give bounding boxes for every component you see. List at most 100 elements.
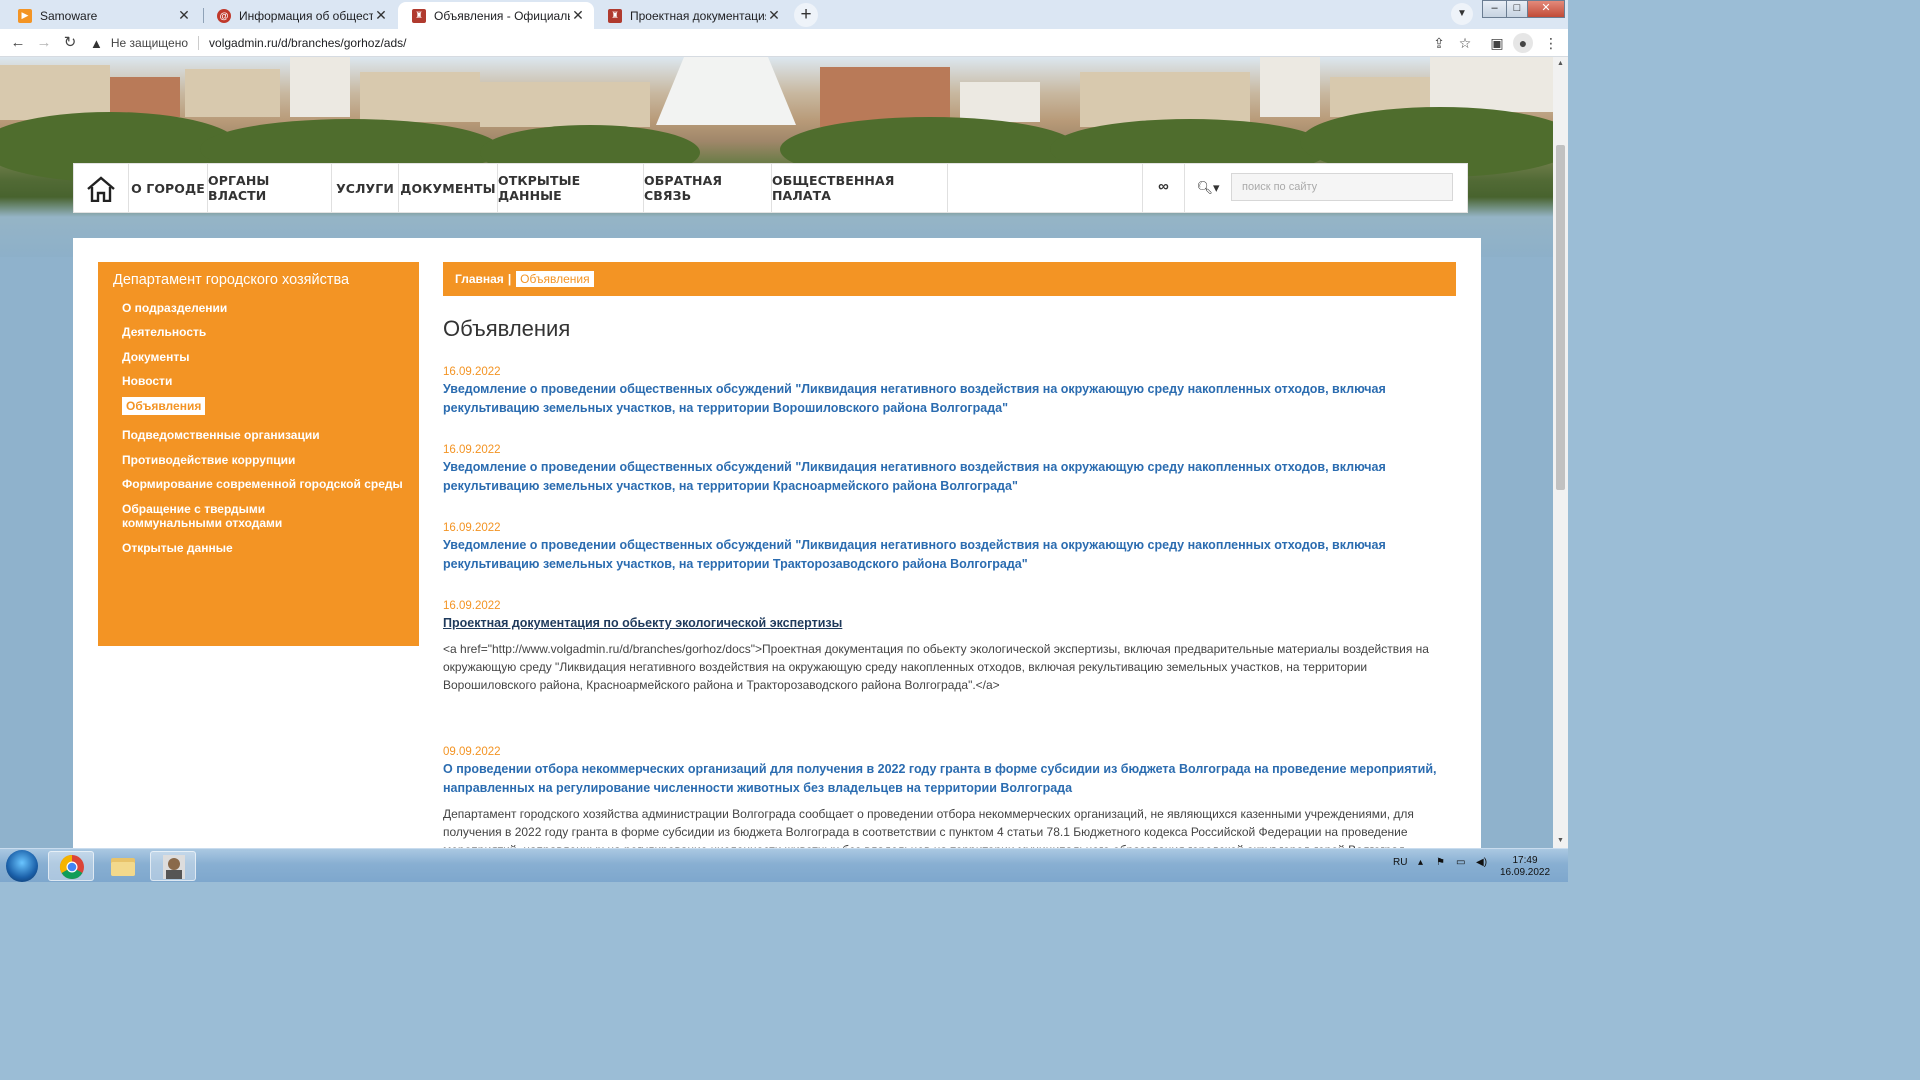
page-viewport: О ГОРОДЕ ОРГАНЫ ВЛАСТИ УСЛУГИ ДОКУМЕНТЫ … [0, 57, 1553, 848]
action-center-flag-icon[interactable]: ⚑ [1436, 857, 1445, 868]
close-tab-icon[interactable]: ✕ [570, 7, 586, 24]
network-icon[interactable]: ▭ [1456, 857, 1465, 868]
new-tab-button[interactable]: + [794, 3, 818, 27]
breadcrumb-home[interactable]: Главная [455, 272, 504, 286]
volgograd-crest-icon: ♜ [412, 8, 426, 23]
announcement-title-link[interactable]: Уведомление о проведении общественных об… [443, 380, 1453, 418]
language-indicator[interactable]: RU [1393, 857, 1407, 868]
reload-icon[interactable]: ↻ [59, 33, 81, 53]
home-icon[interactable] [86, 176, 116, 202]
announcement-title-link[interactable]: Уведомление о проведении общественных об… [443, 458, 1453, 496]
user-avatar-icon [163, 855, 185, 879]
tab-search-chevron-icon[interactable]: ▼ [1451, 3, 1473, 25]
nav-feedback[interactable]: ОБРАТНАЯ СВЯЗЬ [644, 164, 772, 212]
sidebar-item-announcements[interactable]: Объявления [122, 397, 206, 415]
tray-expand-arrow-icon[interactable]: ▴ [1418, 857, 1423, 868]
close-window-button[interactable]: ✕ [1527, 0, 1565, 18]
minimize-button[interactable]: – [1482, 0, 1507, 18]
scroll-down-arrow-icon[interactable]: ▼ [1553, 834, 1568, 848]
sidebar-item-documents[interactable]: Документы [122, 350, 189, 364]
url-text[interactable]: volgadmin.ru/d/branches/gorhoz/ads/ [209, 36, 406, 50]
nav-public-chamber[interactable]: ОБЩЕСТВЕННАЯ ПАЛАТА [772, 164, 948, 212]
samoware-favicon-icon: ▶ [18, 8, 32, 23]
site-search-input[interactable]: поиск по сайту [1231, 173, 1453, 201]
announcement-date: 16.09.2022 [443, 366, 501, 378]
sidebar-item-urban-environment[interactable]: Формирование современной городской среды [122, 477, 403, 491]
scroll-up-arrow-icon[interactable]: ▲ [1553, 57, 1568, 71]
main-navigation: О ГОРОДЕ ОРГАНЫ ВЛАСТИ УСЛУГИ ДОКУМЕНТЫ … [73, 163, 1468, 213]
taskbar-explorer-app[interactable] [100, 851, 146, 881]
announcement-item: 16.09.2022 Проектная документация по обь… [443, 600, 1453, 694]
announcement-item: 16.09.2022 Уведомление о проведении обще… [443, 522, 1453, 574]
announcement-date: 16.09.2022 [443, 600, 501, 612]
sidebar-item-anti-corruption[interactable]: Противодействие коррупции [122, 453, 295, 467]
announcement-title-link[interactable]: О проведении отбора некоммерческих орган… [443, 760, 1453, 798]
close-tab-icon[interactable]: ✕ [176, 7, 192, 24]
nav-authorities[interactable]: ОРГАНЫ ВЛАСТИ [208, 164, 332, 212]
sidebar-item-open-data[interactable]: Открытые данные [122, 541, 233, 555]
nav-services[interactable]: УСЛУГИ [332, 164, 399, 212]
announcement-item: 16.09.2022 Уведомление о проведении обще… [443, 444, 1453, 496]
nav-documents[interactable]: ДОКУМЕНТЫ [399, 164, 498, 212]
system-clock[interactable]: 17:49 16.09.2022 [1500, 855, 1550, 879]
windows-taskbar: RU ▴ ⚑ ▭ ◀) 17:49 16.09.2022 [0, 848, 1568, 882]
sidebar-item-about[interactable]: О подразделении [122, 301, 227, 315]
site-favicon-icon: @ [217, 8, 231, 23]
sidebar-item-activity[interactable]: Деятельность [122, 325, 206, 339]
security-label[interactable]: Не защищено [111, 36, 188, 50]
back-arrow-icon[interactable]: ← [7, 33, 29, 53]
bookmark-star-icon[interactable]: ☆ [1455, 33, 1475, 53]
share-icon[interactable]: ⇪ [1429, 33, 1449, 53]
close-tab-icon[interactable]: ✕ [373, 7, 389, 24]
page-scrollbar[interactable]: ▲ ▼ [1553, 57, 1568, 848]
announcement-body: <a href="http://www.volgadmin.ru/d/branc… [443, 642, 1429, 692]
search-dropdown-icon[interactable]: 🔍︎▾ [1186, 164, 1230, 212]
planetarium-dome [656, 57, 796, 125]
nav-open-data[interactable]: ОТКРЫТЫЕ ДАННЫЕ [498, 164, 644, 212]
browser-tab-strip: ▶ Samoware ✕ @ Информация об общественны… [0, 0, 1568, 29]
announcement-date: 09.09.2022 [443, 746, 501, 758]
tab-project-docs[interactable]: ♜ Проектная документация по об ✕ [594, 2, 790, 29]
sidebar-item-subordinate-orgs[interactable]: Подведомственные организации [122, 428, 320, 442]
warning-triangle-icon[interactable]: ▲ [90, 36, 103, 51]
volgograd-crest-icon: ♜ [608, 8, 622, 23]
folder-icon [111, 858, 135, 876]
breadcrumb-current: Объявления [516, 271, 594, 287]
breadcrumb-separator: | [507, 272, 512, 286]
tab-announcements[interactable]: ♜ Объявления - Официальный са ✕ [398, 2, 594, 29]
accessibility-glasses-icon[interactable]: ∞ [1142, 164, 1185, 212]
volume-icon[interactable]: ◀) [1476, 857, 1487, 868]
more-menu-icon[interactable]: ⋮ [1541, 33, 1561, 53]
side-panel-icon[interactable]: ▣ [1487, 33, 1507, 53]
address-bar-row: ← → ↻ ▲ Не защищено volgadmin.ru/d/branc… [0, 29, 1568, 57]
maximize-button[interactable]: □ [1506, 0, 1528, 18]
announcement-title-link[interactable]: Проектная документация по обьекту эколог… [443, 614, 1453, 633]
department-sidebar: Департамент городского хозяйства О подра… [98, 262, 419, 646]
windows-start-icon[interactable] [6, 850, 38, 882]
nav-about-city[interactable]: О ГОРОДЕ [128, 164, 208, 212]
forward-arrow-icon[interactable]: → [33, 33, 55, 53]
tab-samoware[interactable]: ▶ Samoware ✕ [4, 2, 200, 29]
announcements-content: Главная | Объявления Объявления 16.09.20… [443, 262, 1456, 848]
announcement-date: 16.09.2022 [443, 522, 501, 534]
scrollbar-thumb[interactable] [1556, 145, 1565, 490]
sidebar-item-news[interactable]: Новости [122, 374, 172, 388]
sidebar-item-waste-management[interactable]: Обращение с твердыми коммунальными отход… [122, 502, 362, 530]
sidebar-title[interactable]: Департамент городского хозяйства [113, 272, 349, 288]
omnibox[interactable]: ▲ Не защищено volgadmin.ru/d/branches/go… [90, 32, 1470, 54]
omnibox-divider [198, 36, 200, 50]
chrome-icon [59, 855, 84, 880]
taskbar-chrome-app[interactable] [48, 851, 94, 881]
announcement-item: 09.09.2022 О проведении отбора некоммерч… [443, 746, 1453, 848]
main-content-area: Департамент городского хозяйства О подра… [73, 238, 1481, 848]
announcement-title-link[interactable]: Уведомление о проведении общественных об… [443, 536, 1453, 574]
announcement-item: 16.09.2022 Уведомление о проведении обще… [443, 366, 1453, 418]
announcement-body: Департамент городского хозяйства админис… [443, 807, 1414, 848]
taskbar-third-app[interactable] [150, 851, 196, 881]
breadcrumb: Главная | Объявления [443, 262, 1456, 296]
announcement-date: 16.09.2022 [443, 444, 501, 456]
city-panorama-banner [0, 57, 1553, 257]
profile-avatar-icon[interactable]: ● [1513, 33, 1533, 53]
tab-public-info[interactable]: @ Информация об общественных ✕ [203, 2, 397, 29]
close-tab-icon[interactable]: ✕ [766, 7, 782, 24]
